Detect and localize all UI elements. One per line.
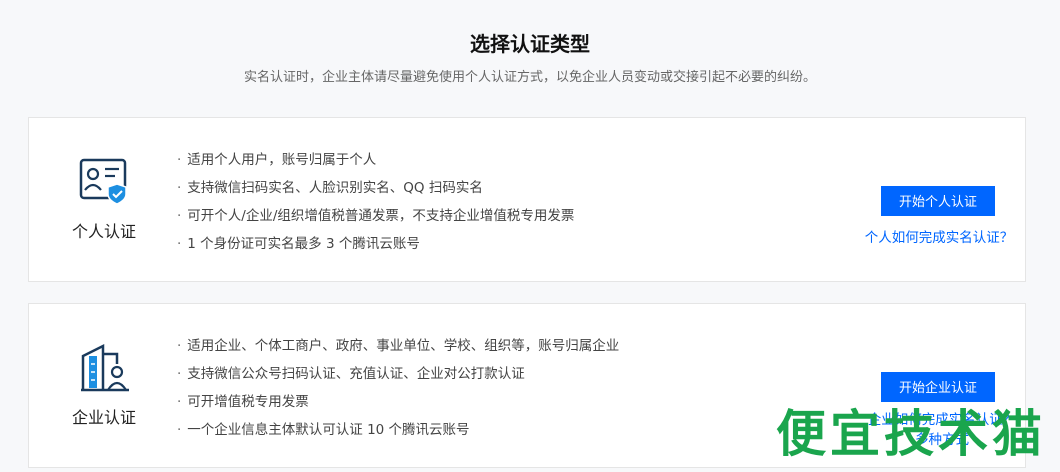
feature-item: 支持微信公众号扫码认证、充值认证、企业对公打款认证 [177, 364, 619, 392]
id-card-shield-icon [79, 158, 127, 205]
personal-verification-card: 个人认证 适用个人用户，账号归属于个人 支持微信扫码实名、人脸识别实名、QQ 扫… [28, 117, 1026, 282]
feature-item: 支持微信扫码实名、人脸识别实名、QQ 扫码实名 [177, 178, 574, 206]
feature-item: 1 个身份证可实名最多 3 个腾讯云账号 [177, 234, 574, 262]
page-subtitle: 实名认证时，企业主体请尽量避免使用个人认证方式，以免企业人员变动或交接引起不必要… [243, 70, 816, 85]
feature-list: 适用个人用户，账号归属于个人 支持微信扫码实名、人脸识别实名、QQ 扫码实名 可… [177, 150, 574, 262]
feature-item: 可开个人/企业/组织增值税普通发票，不支持企业增值税专用发票 [177, 206, 574, 234]
feature-item: 适用个人用户，账号归属于个人 [177, 150, 574, 178]
personal-help-link[interactable]: 个人如何完成实名认证？ [859, 226, 1019, 246]
start-personal-verification-button[interactable]: 开始个人认证 [881, 186, 995, 216]
card-title: 个人认证 [71, 222, 136, 241]
card-left: 企业认证 [29, 304, 179, 467]
page-header: 选择认证类型 实名认证时，企业主体请尽量避免使用个人认证方式，以免企业人员变动或… [0, 0, 1060, 110]
building-person-icon [81, 343, 129, 392]
card-title: 企业认证 [71, 408, 136, 427]
feature-item: 适用企业、个体工商户、政府、事业单位、学校、组织等，账号归属企业 [177, 336, 619, 364]
feature-item: 一个企业信息主体默认可认证 10 个腾讯云账号 [177, 420, 619, 448]
feature-item: 可开增值税专用发票 [177, 392, 619, 420]
watermark-text: 便宜技术猫 [776, 405, 1046, 463]
card-left: 个人认证 [29, 118, 179, 281]
page-title: 选择认证类型 [470, 32, 590, 56]
feature-list: 适用企业、个体工商户、政府、事业单位、学校、组织等，账号归属企业 支持微信公众号… [177, 336, 619, 448]
